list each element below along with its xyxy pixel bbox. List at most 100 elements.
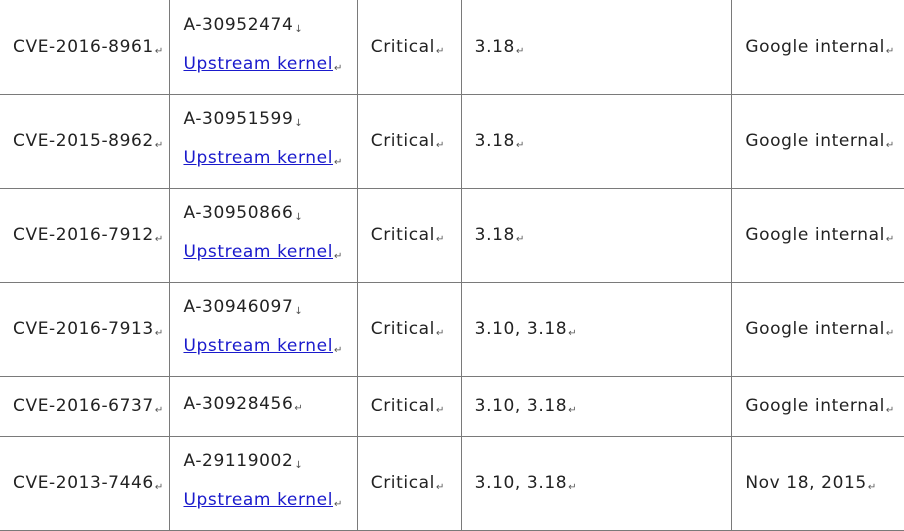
upstream-kernel-link[interactable]: Upstream kernel xyxy=(183,148,333,168)
upstream-kernel-link[interactable]: Upstream kernel xyxy=(183,490,333,510)
bug-id: A-30928456 xyxy=(183,393,294,414)
date-reported-text: Google internal xyxy=(745,319,885,339)
cve-id: CVE-2016-7913 xyxy=(13,319,154,339)
reported-cell: Google internal xyxy=(731,281,904,377)
line-break-mark-icon xyxy=(294,403,302,414)
bug-id-line: A-30952474 xyxy=(183,8,356,47)
cve-id: CVE-2016-6737 xyxy=(13,396,154,416)
link-line: Upstream kernel xyxy=(183,47,356,86)
references-cell: A-29119002 Upstream kernel xyxy=(169,435,358,531)
versions-cell: 3.10, 3.18 xyxy=(460,281,733,377)
bug-id-line: A-30928456 xyxy=(183,387,356,426)
vulnerability-table: CVE-2016-8961 A-30952474 Upstream kernel… xyxy=(0,0,904,531)
paragraph-mark-icon xyxy=(155,405,163,416)
upstream-kernel-link[interactable]: Upstream kernel xyxy=(183,336,333,356)
link-line: Upstream kernel xyxy=(183,235,356,274)
paragraph-mark-icon xyxy=(568,328,576,339)
versions-cell: 3.10, 3.18 xyxy=(460,435,733,531)
severity-text: Critical xyxy=(370,473,436,493)
paragraph-mark-icon xyxy=(886,234,894,245)
cve-id: CVE-2016-8961 xyxy=(13,36,154,57)
link-line: Upstream kernel xyxy=(183,141,356,180)
line-break-mark-icon xyxy=(294,24,302,35)
versions-cell: 3.10, 3.18 xyxy=(460,375,733,437)
date-reported-text: Google internal xyxy=(745,225,885,245)
paragraph-mark-icon xyxy=(155,482,163,493)
bug-id-line: A-30950866 xyxy=(183,196,356,235)
paragraph-mark-icon xyxy=(436,234,444,245)
paragraph-mark-icon xyxy=(436,482,444,493)
line-break-mark-icon xyxy=(294,118,302,129)
kernel-versions-text: 3.18 xyxy=(474,36,515,57)
table-row: CVE-2015-8962 A-30951599 Upstream kernel… xyxy=(0,93,904,189)
severity-text: Critical xyxy=(370,396,436,416)
reported-cell: Google internal xyxy=(731,93,904,189)
severity-text: Critical xyxy=(370,225,436,245)
paragraph-mark-icon xyxy=(886,328,894,339)
paragraph-mark-icon xyxy=(516,234,524,245)
line-break-mark-icon xyxy=(294,460,302,471)
versions-cell: 3.18 xyxy=(460,0,733,95)
bug-id: A-30946097 xyxy=(183,297,294,317)
upstream-kernel-link[interactable]: Upstream kernel xyxy=(183,54,333,74)
date-reported-text: Nov 18, 2015 xyxy=(745,473,867,493)
severity-cell: Critical xyxy=(356,435,462,531)
upstream-kernel-link[interactable]: Upstream kernel xyxy=(183,242,333,262)
references-cell: A-30928456 xyxy=(169,375,358,437)
line-break-mark-icon xyxy=(294,212,302,223)
references-cell: A-30951599 Upstream kernel xyxy=(169,93,358,189)
table-row: CVE-2013-7446 A-29119002 Upstream kernel… xyxy=(0,435,904,531)
paragraph-mark-icon xyxy=(334,499,342,510)
kernel-versions-text: 3.10, 3.18 xyxy=(474,396,568,416)
date-reported-text: Google internal xyxy=(745,36,885,57)
versions-cell: 3.18 xyxy=(460,187,733,283)
references-cell: A-30946097 Upstream kernel xyxy=(169,281,358,377)
bug-id: A-30952474 xyxy=(183,14,294,35)
paragraph-mark-icon xyxy=(334,157,342,168)
severity-cell: Critical xyxy=(356,375,462,437)
reported-cell: Google internal xyxy=(731,0,904,95)
bug-id: A-29119002 xyxy=(183,451,294,471)
paragraph-mark-icon xyxy=(334,251,342,262)
bug-id-line: A-30946097 xyxy=(183,290,356,329)
paragraph-mark-icon xyxy=(436,405,444,416)
paragraph-mark-icon xyxy=(516,46,524,57)
reported-cell: Google internal xyxy=(731,375,904,437)
date-reported-text: Google internal xyxy=(745,131,885,151)
paragraph-mark-icon xyxy=(334,345,342,356)
paragraph-mark-icon xyxy=(436,46,444,57)
bug-id-line: A-30951599 xyxy=(183,102,356,141)
paragraph-mark-icon xyxy=(155,46,163,57)
bug-id: A-30950866 xyxy=(183,203,294,223)
table-row: CVE-2016-6737 A-30928456 Critical 3.10, … xyxy=(0,375,904,437)
cve-cell: CVE-2015-8962 xyxy=(0,93,171,189)
link-line: Upstream kernel xyxy=(183,483,356,522)
date-reported-text: Google internal xyxy=(745,396,885,416)
severity-text: Critical xyxy=(370,319,436,339)
paragraph-mark-icon xyxy=(155,140,163,151)
reported-cell: Google internal xyxy=(731,187,904,283)
bug-id-line: A-29119002 xyxy=(183,444,356,483)
paragraph-mark-icon xyxy=(155,234,163,245)
paragraph-mark-icon xyxy=(886,46,894,57)
severity-cell: Critical xyxy=(356,281,462,377)
references-cell: A-30950866 Upstream kernel xyxy=(169,187,358,283)
table-row: CVE-2016-8961 A-30952474 Upstream kernel… xyxy=(0,0,904,95)
paragraph-mark-icon xyxy=(334,63,342,74)
severity-cell: Critical xyxy=(356,187,462,283)
severity-cell: Critical xyxy=(356,93,462,189)
kernel-versions-text: 3.18 xyxy=(474,131,515,151)
reported-cell: Nov 18, 2015 xyxy=(731,435,904,531)
paragraph-mark-icon xyxy=(886,405,894,416)
cve-id: CVE-2015-8962 xyxy=(13,131,154,151)
paragraph-mark-icon xyxy=(516,140,524,151)
bug-id: A-30951599 xyxy=(183,109,294,129)
cve-id: CVE-2016-7912 xyxy=(13,225,154,245)
line-break-mark-icon xyxy=(294,306,302,317)
cve-cell: CVE-2016-7913 xyxy=(0,281,171,377)
paragraph-mark-icon xyxy=(568,482,576,493)
cve-cell: CVE-2016-7912 xyxy=(0,187,171,283)
paragraph-mark-icon xyxy=(155,328,163,339)
cve-cell: CVE-2016-8961 xyxy=(0,0,171,95)
severity-cell: Critical xyxy=(356,0,462,95)
